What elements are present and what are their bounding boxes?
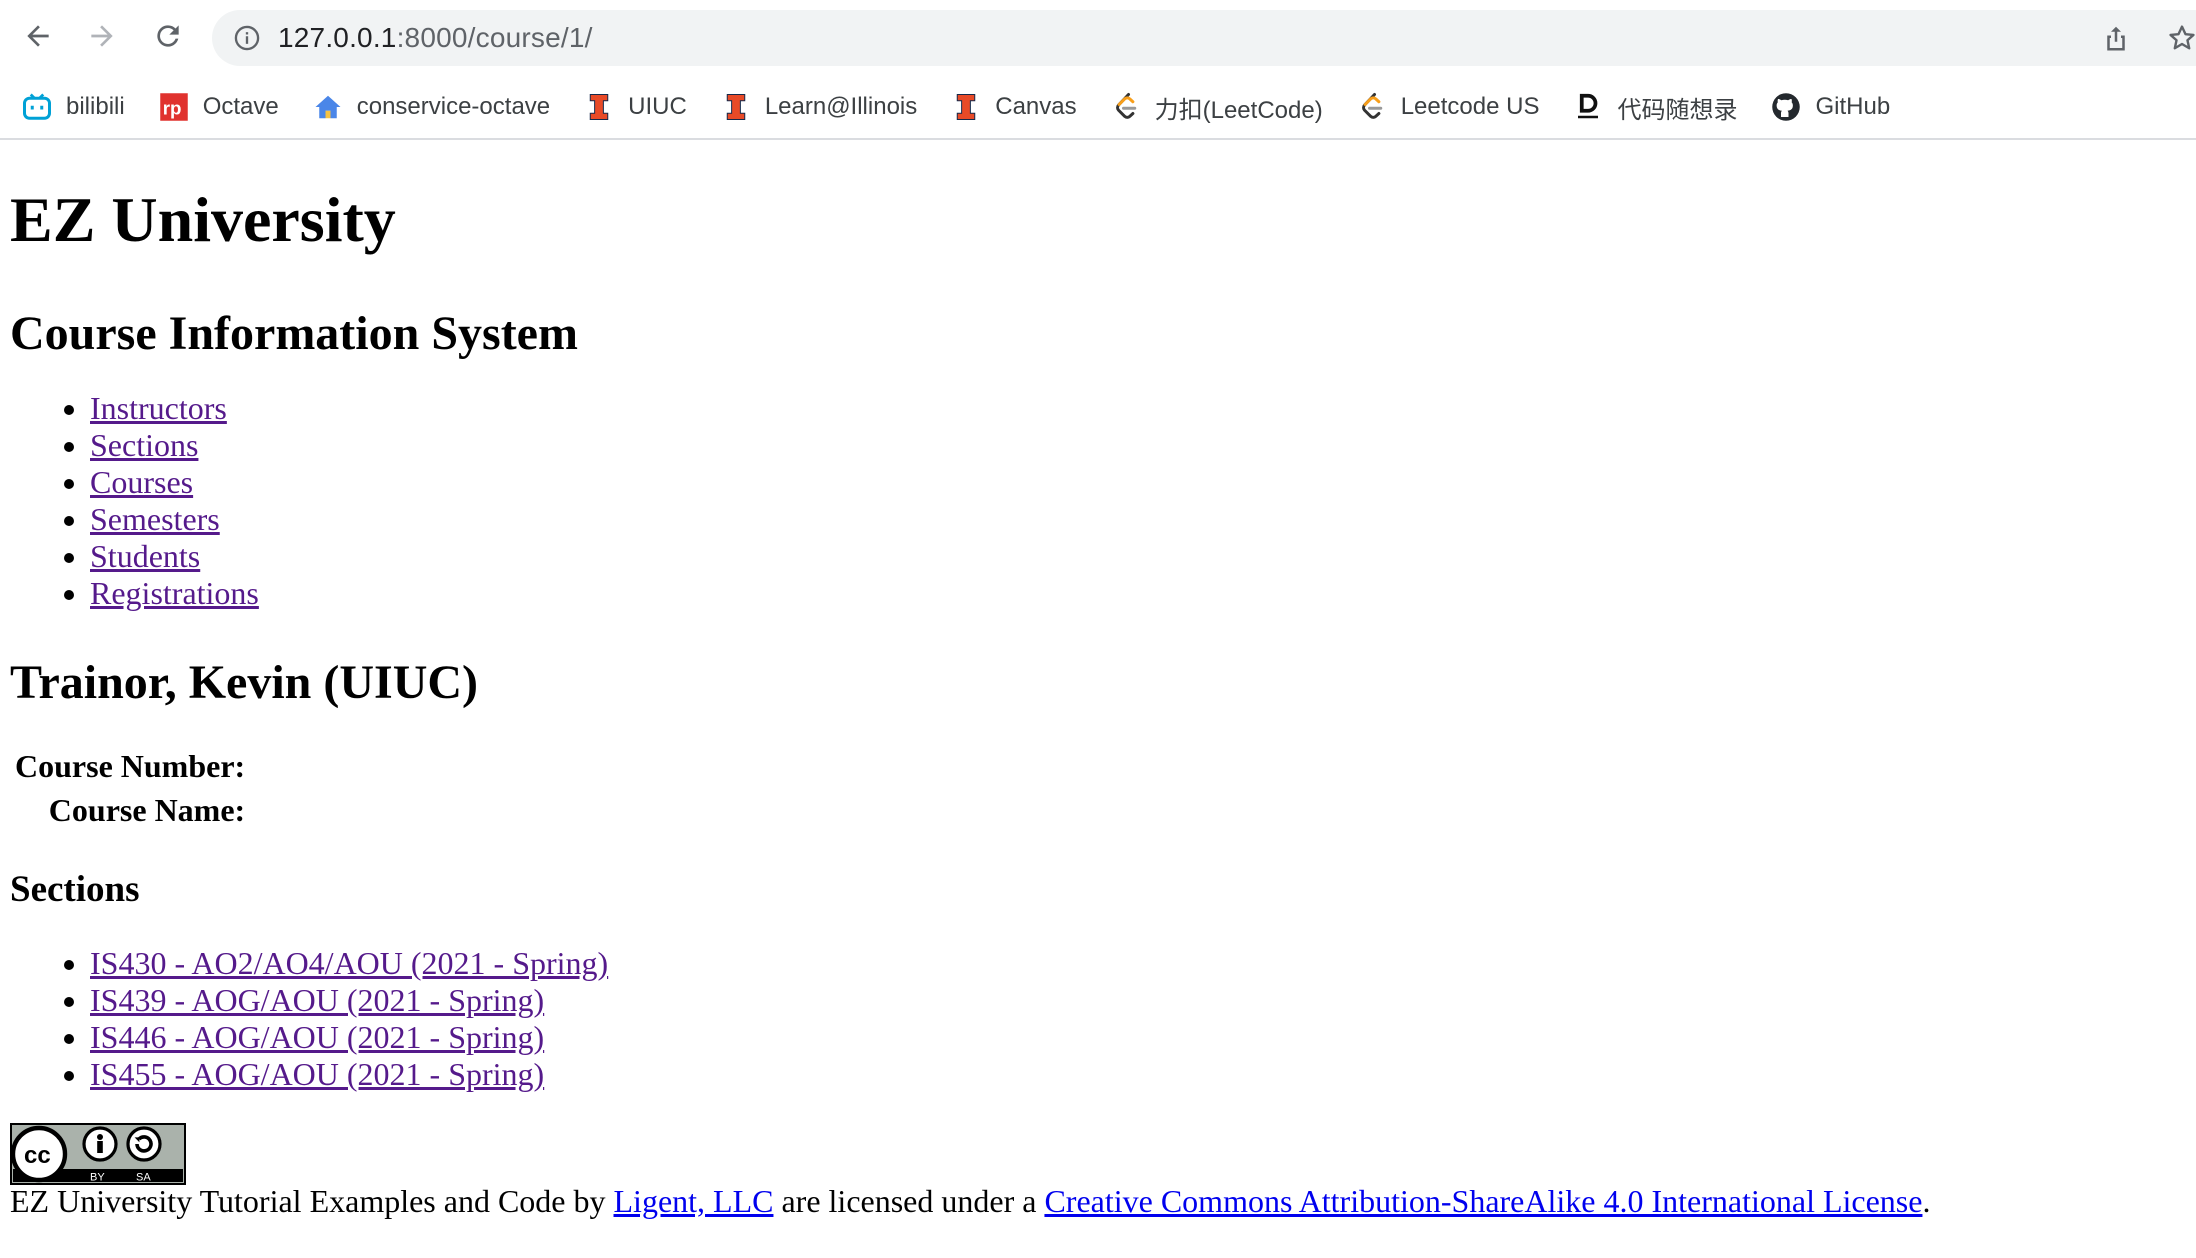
bookmark-label: Octave <box>202 93 279 120</box>
course-name-label: Course Name: <box>48 791 246 828</box>
nav-item: Sections <box>90 427 2186 464</box>
bookmark-conservice-octave[interactable]: conservice-octave <box>313 92 550 122</box>
course-number-value <box>250 746 252 786</box>
sections-list: IS430 - AO2/AO4/AOU (2021 - Spring) IS43… <box>10 945 2186 1093</box>
octave-icon: rp <box>159 92 189 122</box>
nav-link-semesters[interactable]: Semesters <box>90 501 220 537</box>
list-item: IS446 - AOG/AOU (2021 - Spring) <box>90 1019 2186 1056</box>
bookmark-uiuc[interactable]: UIUC <box>584 92 687 122</box>
list-item: IS439 - AOG/AOU (2021 - Spring) <box>90 982 2186 1019</box>
bookmark-label: UIUC <box>628 93 687 120</box>
nav-link-instructors[interactable]: Instructors <box>90 390 227 426</box>
nav-link-registrations[interactable]: Registrations <box>90 575 259 611</box>
main-nav: Instructors Sections Courses Semesters S… <box>10 390 2186 612</box>
license-footer: EZ University Tutorial Examples and Code… <box>10 1183 2186 1220</box>
github-icon <box>1771 92 1801 122</box>
nav-link-courses[interactable]: Courses <box>90 464 193 500</box>
site-info-icon[interactable] <box>232 23 262 53</box>
nav-item: Registrations <box>90 575 2186 612</box>
svg-text:SA: SA <box>136 1172 151 1184</box>
bookmark-canvas[interactable]: Canvas <box>951 92 1077 122</box>
bookmark-octave[interactable]: rp Octave <box>159 92 279 122</box>
section-link[interactable]: IS455 - AOG/AOU (2021 - Spring) <box>90 1056 544 1092</box>
instructor-heading: Trainor, Kevin (UIUC) <box>10 656 478 710</box>
leetcode-icon <box>1111 92 1141 122</box>
leetcode-icon <box>1357 92 1387 122</box>
footer-text: . <box>1922 1182 1931 1219</box>
course-info-table: Course Number: Course Name: <box>10 742 256 834</box>
list-item: IS455 - AOG/AOU (2021 - Spring) <box>90 1056 2186 1093</box>
table-row: Course Name: <box>14 790 252 830</box>
bookmark-label: 代码随想录 <box>1617 96 1738 124</box>
bookmark-learn-illinois[interactable]: Learn@Illinois <box>721 92 917 122</box>
svg-text:BY: BY <box>90 1172 105 1184</box>
bookmark-label: bilibili <box>66 93 125 120</box>
nav-link-students[interactable]: Students <box>90 538 200 574</box>
table-row: Course Number: <box>14 746 252 786</box>
author-link[interactable]: Ligent, LLC <box>614 1183 774 1219</box>
footer-text: are licensed under a <box>773 1182 1045 1219</box>
nav-item: Instructors <box>90 390 2186 427</box>
bookmark-star-icon[interactable] <box>2166 22 2196 54</box>
bookmark-label: GitHub <box>1815 93 1891 120</box>
site-title: EZ University <box>10 184 396 255</box>
illinois-icon <box>584 92 614 122</box>
bookmark-leetcode-us[interactable]: Leetcode US <box>1357 92 1540 122</box>
back-button[interactable] <box>16 14 60 58</box>
forward-arrow-icon <box>91 25 113 47</box>
bookmark-label: Leetcode US <box>1400 93 1540 120</box>
bilibili-icon <box>22 92 52 122</box>
url-path: :8000/course/1/ <box>396 22 593 53</box>
bookmark-github[interactable]: GitHub <box>1771 92 1890 122</box>
reload-icon <box>157 25 179 47</box>
section-link[interactable]: IS446 - AOG/AOU (2021 - Spring) <box>90 1019 544 1055</box>
site-subtitle: Course Information System <box>10 306 578 360</box>
license-link[interactable]: Creative Commons Attribution-ShareAlike … <box>1044 1183 1922 1219</box>
cc-license-badge-link[interactable]: cc BY SA <box>10 1122 2186 1185</box>
section-link[interactable]: IS439 - AOG/AOU (2021 - Spring) <box>90 982 544 1018</box>
cc-by-sa-badge: cc BY SA <box>10 1122 186 1185</box>
course-name-value <box>250 790 252 830</box>
bookmark-label: conservice-octave <box>356 93 551 120</box>
daima-icon <box>1573 92 1603 122</box>
illinois-icon <box>721 92 751 122</box>
nav-item: Students <box>90 538 2186 575</box>
forward-button[interactable] <box>80 14 124 58</box>
bookmarks-bar: bilibili rp Octave conservice-octave UIU… <box>0 76 2196 140</box>
course-number-label: Course Number: <box>15 747 246 784</box>
back-arrow-icon <box>27 25 49 47</box>
browser-toolbar: 127.0.0.1:8000/course/1/ <box>0 0 2196 76</box>
nav-item: Courses <box>90 464 2186 501</box>
footer-text: EZ University Tutorial Examples and Code… <box>10 1182 614 1219</box>
bookmark-leetcode-cn[interactable]: 力扣(LeetCode) <box>1111 90 1323 125</box>
home-icon <box>313 92 343 122</box>
bookmark-label: Learn@Illinois <box>764 93 918 120</box>
bookmark-daima[interactable]: 代码随想录 <box>1573 90 1737 125</box>
svg-text:rp: rp <box>162 98 181 119</box>
page-content: EZ University Course Information System … <box>0 182 2196 1220</box>
url-text[interactable]: 127.0.0.1:8000/course/1/ <box>278 22 593 54</box>
url-host: 127.0.0.1 <box>278 22 397 53</box>
section-link[interactable]: IS430 - AO2/AO4/AOU (2021 - Spring) <box>90 945 608 981</box>
omnibox-actions <box>2100 22 2196 54</box>
svg-text:cc: cc <box>24 1142 51 1169</box>
sections-heading: Sections <box>10 868 140 910</box>
bookmark-bilibili[interactable]: bilibili <box>22 92 125 122</box>
nav-item: Semesters <box>90 501 2186 538</box>
illinois-icon <box>951 92 981 122</box>
nav-link-sections[interactable]: Sections <box>90 427 198 463</box>
bookmark-label: 力扣(LeetCode) <box>1154 96 1323 124</box>
address-bar[interactable]: 127.0.0.1:8000/course/1/ <box>212 10 2196 66</box>
share-icon[interactable] <box>2100 22 2132 54</box>
bookmark-label: Canvas <box>995 93 1077 120</box>
list-item: IS430 - AO2/AO4/AOU (2021 - Spring) <box>90 945 2186 982</box>
reload-button[interactable] <box>146 14 190 58</box>
